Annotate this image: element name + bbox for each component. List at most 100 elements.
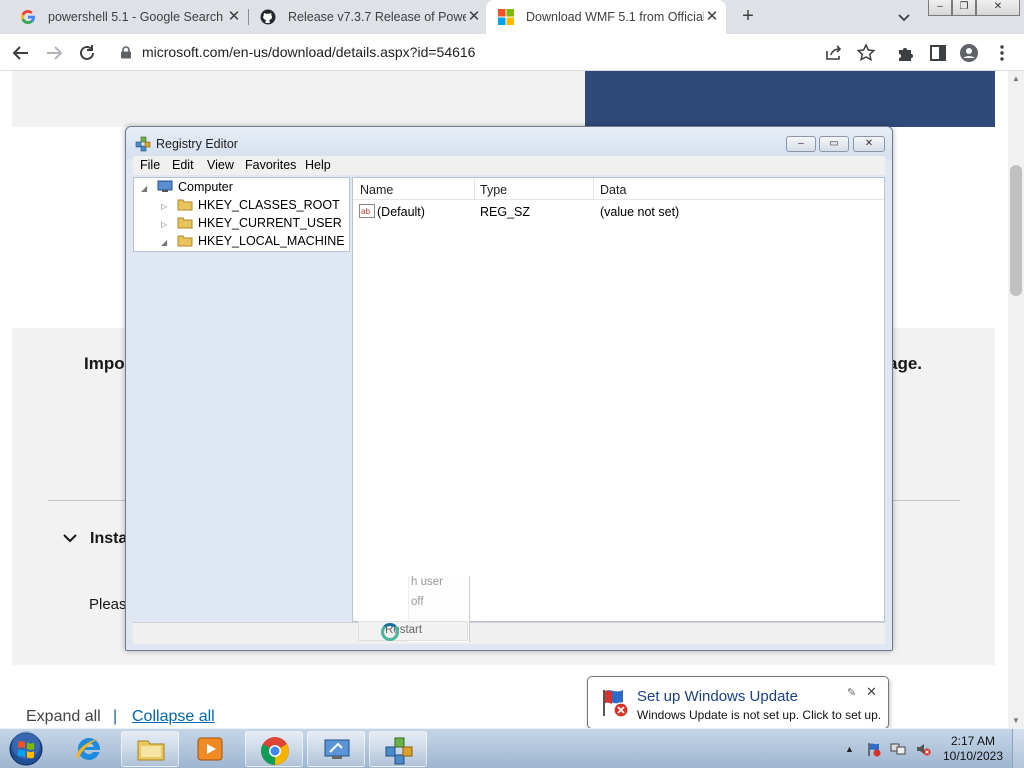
- regedit-maximize-button[interactable]: ▭: [819, 136, 849, 152]
- clock-date: 10/10/2023: [942, 749, 1004, 763]
- show-desktop-button[interactable]: [1012, 729, 1024, 768]
- media-player-icon[interactable]: [195, 735, 225, 763]
- scroll-down-icon[interactable]: ▼: [1012, 716, 1020, 725]
- chevron-down-icon[interactable]: [62, 531, 78, 545]
- taskbar-file-explorer[interactable]: [121, 731, 179, 767]
- registry-editor-titlebar[interactable]: Registry Editor – ▭ ✕: [126, 127, 892, 159]
- scroll-up-icon[interactable]: ▲: [1012, 74, 1020, 83]
- address-url: microsoft.com/en-us/download/details.asp…: [142, 44, 476, 60]
- address-bar[interactable]: microsoft.com/en-us/download/details.asp…: [112, 38, 884, 67]
- volume-muted-icon[interactable]: [915, 741, 931, 757]
- value-type: REG_SZ: [480, 205, 531, 219]
- collapsed-arrow-icon[interactable]: ▷: [161, 202, 171, 211]
- clock-time: 2:17 AM: [950, 734, 996, 748]
- values-header: Name Type Data: [353, 178, 884, 200]
- bookmark-star-icon[interactable]: [855, 42, 877, 64]
- side-panel-icon[interactable]: [927, 42, 949, 64]
- install-instructions-heading[interactable]: Insta: [90, 530, 127, 548]
- busy-spinner-icon: [381, 623, 399, 641]
- tab-title: Release v7.3.7 Release of PowerShell: [288, 10, 466, 24]
- internet-explorer-icon[interactable]: [73, 734, 105, 764]
- expanded-arrow-icon[interactable]: ◢: [141, 184, 151, 193]
- taskbar-remote-desktop[interactable]: [307, 731, 365, 767]
- kebab-menu-icon[interactable]: [991, 42, 1013, 64]
- value-name: (Default): [377, 205, 425, 219]
- expanded-arrow-icon[interactable]: ◢: [161, 238, 171, 247]
- taskbar-regedit[interactable]: [369, 731, 427, 767]
- google-icon: [21, 10, 35, 24]
- tab-github-release[interactable]: Release v7.3.7 Release of PowerShell ✕: [248, 0, 489, 34]
- restart-button[interactable]: Restart: [358, 621, 468, 641]
- column-data[interactable]: Data: [600, 183, 626, 197]
- profile-avatar-icon[interactable]: [958, 42, 980, 64]
- start-button-icon[interactable]: [6, 731, 46, 767]
- lock-icon[interactable]: [120, 46, 132, 59]
- folder-icon: [177, 217, 193, 229]
- value-data: (value not set): [600, 205, 680, 219]
- back-arrow-icon[interactable]: [10, 42, 32, 64]
- switch-user-item[interactable]: h user: [411, 576, 443, 588]
- windows-update-notification[interactable]: Set up Windows Update Windows Update is …: [587, 676, 889, 741]
- notification-text: Windows Update is not set up. Click to s…: [637, 708, 882, 722]
- tab-close-icon[interactable]: ✕: [226, 9, 242, 25]
- tree-item-hkcu[interactable]: ▷ HKEY_CURRENT_USER: [161, 216, 342, 230]
- notification-close-icon[interactable]: ✕: [866, 684, 877, 700]
- regedit-close-button[interactable]: ✕: [853, 136, 885, 152]
- folder-open-icon: [177, 235, 193, 247]
- reload-icon[interactable]: [76, 42, 98, 64]
- extensions-puzzle-icon[interactable]: [895, 42, 917, 64]
- tray-overflow-icon[interactable]: ▲: [845, 744, 854, 754]
- column-name[interactable]: Name: [360, 183, 393, 197]
- svg-text:ab: ab: [361, 207, 370, 216]
- github-icon: [260, 9, 276, 25]
- collapse-all-link[interactable]: Collapse all: [132, 708, 215, 726]
- tab-close-icon[interactable]: ✕: [466, 9, 482, 25]
- new-tab-button[interactable]: +: [737, 6, 759, 28]
- log-off-item[interactable]: off: [411, 596, 424, 608]
- hero-blue-panel: [585, 71, 995, 127]
- column-divider[interactable]: [593, 178, 594, 200]
- tab-search-chevron-icon[interactable]: [895, 8, 913, 26]
- folder-icon: [177, 199, 193, 211]
- menu-file[interactable]: File: [140, 158, 160, 172]
- regedit-minimize-button[interactable]: –: [786, 136, 816, 152]
- menu-view[interactable]: View: [207, 158, 234, 172]
- registry-editor-window: Registry Editor – ▭ ✕ File Edit View Fav…: [125, 126, 893, 651]
- network-icon[interactable]: [890, 741, 906, 757]
- share-icon[interactable]: [823, 42, 845, 64]
- tab-strip: powershell 5.1 - Google Search ✕ Release…: [0, 0, 1024, 34]
- menu-help[interactable]: Help: [305, 158, 331, 172]
- collapsed-arrow-icon[interactable]: ▷: [161, 220, 171, 229]
- tab-close-icon[interactable]: ✕: [704, 9, 720, 25]
- tree-item-computer[interactable]: ◢ Computer: [141, 180, 233, 194]
- link-separator: |: [113, 708, 118, 725]
- taskbar-chrome[interactable]: [245, 731, 303, 767]
- tree-item-hklm[interactable]: ◢ HKEY_LOCAL_MACHINE: [161, 234, 345, 248]
- window-minimize-button[interactable]: –: [928, 0, 952, 16]
- scrollbar-thumb[interactable]: [1010, 165, 1022, 296]
- string-value-icon: ab: [359, 204, 375, 218]
- tree-item-hkcr[interactable]: ▷ HKEY_CLASSES_ROOT: [161, 198, 340, 212]
- window-restore-button[interactable]: ❐: [952, 0, 976, 16]
- regedit-icon: [385, 737, 413, 765]
- regedit-status-bar: [133, 622, 885, 644]
- action-center-flag-icon: [603, 690, 629, 718]
- computer-icon: [157, 180, 173, 192]
- column-divider[interactable]: [474, 178, 475, 200]
- expand-all-link[interactable]: Expand all: [26, 708, 101, 726]
- registry-values-pane[interactable]: Name Type Data ab (Default) REG_SZ (valu…: [352, 177, 885, 622]
- system-clock[interactable]: 2:17 AM 10/10/2023: [942, 734, 1004, 764]
- menu-favorites[interactable]: Favorites: [245, 158, 296, 172]
- taskbar: ▲ 2:17 AM 10/10/2023: [0, 728, 1024, 768]
- tab-download-wmf[interactable]: Download WMF 5.1 from Official ✕: [486, 0, 726, 34]
- notification-title: Set up Windows Update: [637, 688, 798, 705]
- window-close-button[interactable]: ✕: [976, 0, 1020, 16]
- action-center-tray-icon[interactable]: [866, 741, 882, 757]
- page-scrollbar[interactable]: ▲ ▼: [1008, 71, 1024, 728]
- registry-tree-pane[interactable]: ◢ Computer ▷ HKEY_CLASSES_ROOT ▷ HKEY_CURRE…: [133, 177, 350, 252]
- column-type[interactable]: Type: [480, 183, 507, 197]
- tab-google-search[interactable]: powershell 5.1 - Google Search ✕: [8, 0, 249, 34]
- pin-icon[interactable]: ✎: [847, 686, 856, 699]
- menu-edit[interactable]: Edit: [172, 158, 194, 172]
- forward-arrow-icon[interactable]: [43, 42, 65, 64]
